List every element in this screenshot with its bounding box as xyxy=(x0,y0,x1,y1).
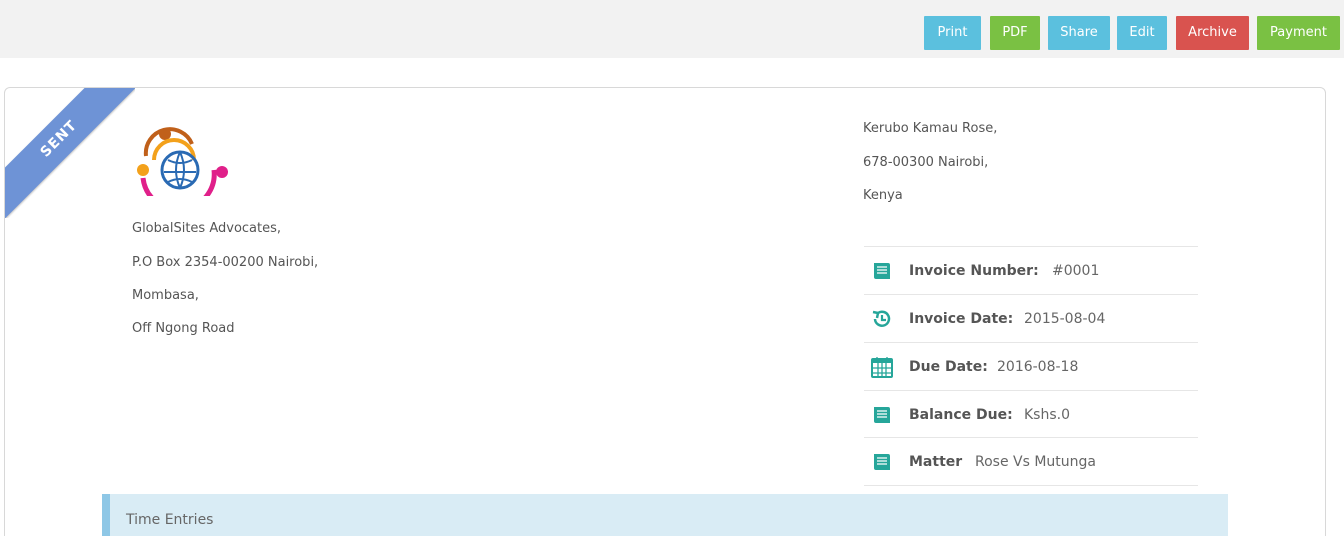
history-icon xyxy=(870,307,894,331)
details-divider xyxy=(864,485,1198,486)
firm-city: Mombasa, xyxy=(132,288,199,303)
status-ribbon: SENT xyxy=(5,88,135,218)
client-country: Kenya xyxy=(863,188,903,203)
archive-button[interactable]: Archive xyxy=(1176,16,1249,50)
balance-due-row: Balance Due: Kshs.0 xyxy=(864,390,1198,438)
invoice-number-label: Invoice Number: xyxy=(909,263,1039,279)
payment-button[interactable]: Payment xyxy=(1257,16,1340,50)
top-toolbar: Print PDF Share Edit Archive Payment xyxy=(0,0,1344,58)
balance-due-value: Kshs.0 xyxy=(1024,407,1070,423)
share-button[interactable]: Share xyxy=(1048,16,1110,50)
edit-button[interactable]: Edit xyxy=(1117,16,1167,50)
status-ribbon-label: SENT xyxy=(5,88,135,218)
client-name: Kerubo Kamau Rose, xyxy=(863,121,998,136)
time-entries-title: Time Entries xyxy=(126,512,214,528)
invoice-date-label: Invoice Date: xyxy=(909,311,1014,327)
book-icon xyxy=(870,259,894,283)
firm-street: Off Ngong Road xyxy=(132,321,235,336)
print-button[interactable]: Print xyxy=(924,16,981,50)
balance-due-label: Balance Due: xyxy=(909,407,1013,423)
due-date-value: 2016-08-18 xyxy=(997,359,1079,375)
matter-row: Matter Rose Vs Mutunga xyxy=(864,437,1198,485)
invoice-number-value: #0001 xyxy=(1052,263,1100,279)
book-icon xyxy=(870,403,894,427)
calendar-icon xyxy=(870,355,894,379)
invoice-date-value: 2015-08-04 xyxy=(1024,311,1106,327)
firm-name: GlobalSites Advocates, xyxy=(132,221,282,236)
firm-logo xyxy=(134,126,232,213)
invoice-number-row: Invoice Number: #0001 xyxy=(864,246,1198,294)
due-date-label: Due Date: xyxy=(909,359,988,375)
matter-label: Matter xyxy=(909,454,963,470)
due-date-row: Due Date: 2016-08-18 xyxy=(864,342,1198,390)
book-icon xyxy=(870,450,894,474)
time-entries-header: Time Entries xyxy=(102,494,1228,536)
matter-value: Rose Vs Mutunga xyxy=(975,454,1096,470)
firm-po-box: P.O Box 2354-00200 Nairobi, xyxy=(132,255,319,270)
invoice-date-row: Invoice Date: 2015-08-04 xyxy=(864,294,1198,342)
pdf-button[interactable]: PDF xyxy=(990,16,1040,50)
client-po-box: 678-00300 Nairobi, xyxy=(863,155,989,170)
